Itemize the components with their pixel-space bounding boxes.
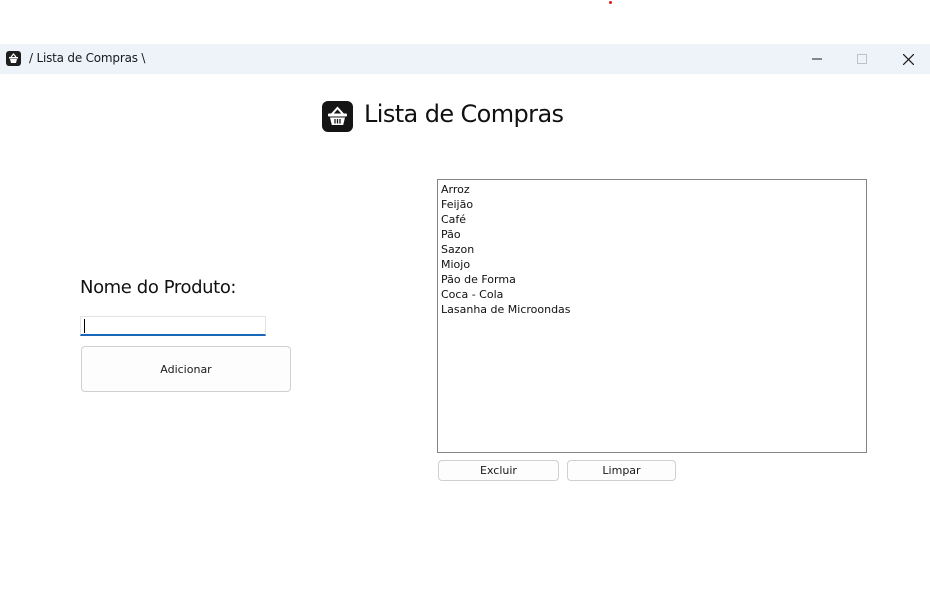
maximize-icon bbox=[857, 54, 867, 64]
basket-icon bbox=[322, 101, 353, 132]
minimize-button[interactable] bbox=[794, 44, 840, 74]
page-title: Lista de Compras bbox=[364, 100, 564, 128]
shopping-list[interactable]: Arroz Feijão Café Pão Sazon Miojo Pão de Forma… bbox=[437, 179, 867, 453]
list-item[interactable]: Arroz bbox=[441, 182, 866, 197]
window-titlebar[interactable]: / Lista de Compras \ bbox=[0, 44, 930, 74]
product-name-input[interactable] bbox=[80, 316, 266, 336]
list-item[interactable]: Coca - Cola bbox=[441, 287, 866, 302]
close-icon bbox=[902, 53, 914, 65]
close-button[interactable] bbox=[885, 44, 930, 74]
basket-icon bbox=[6, 51, 21, 66]
list-item[interactable]: Lasanha de Microondas bbox=[441, 302, 866, 317]
text-caret bbox=[84, 319, 85, 333]
list-item[interactable]: Sazon bbox=[441, 242, 866, 257]
window-title: / Lista de Compras \ bbox=[29, 51, 146, 65]
cursor-dot bbox=[609, 1, 612, 4]
list-item[interactable]: Pão de Forma bbox=[441, 272, 866, 287]
add-button[interactable]: Adicionar bbox=[81, 346, 291, 392]
minimize-icon bbox=[812, 58, 822, 60]
product-name-label: Nome do Produto: bbox=[80, 277, 237, 298]
list-item[interactable]: Feijão bbox=[441, 197, 866, 212]
list-item[interactable]: Miojo bbox=[441, 257, 866, 272]
list-item[interactable]: Pão bbox=[441, 227, 866, 242]
delete-button[interactable]: Excluir bbox=[438, 460, 559, 481]
list-item[interactable]: Café bbox=[441, 212, 866, 227]
maximize-button[interactable] bbox=[839, 44, 885, 74]
clear-button[interactable]: Limpar bbox=[567, 460, 676, 481]
screen: / Lista de Compras \ Lista de Compras No… bbox=[0, 0, 930, 589]
